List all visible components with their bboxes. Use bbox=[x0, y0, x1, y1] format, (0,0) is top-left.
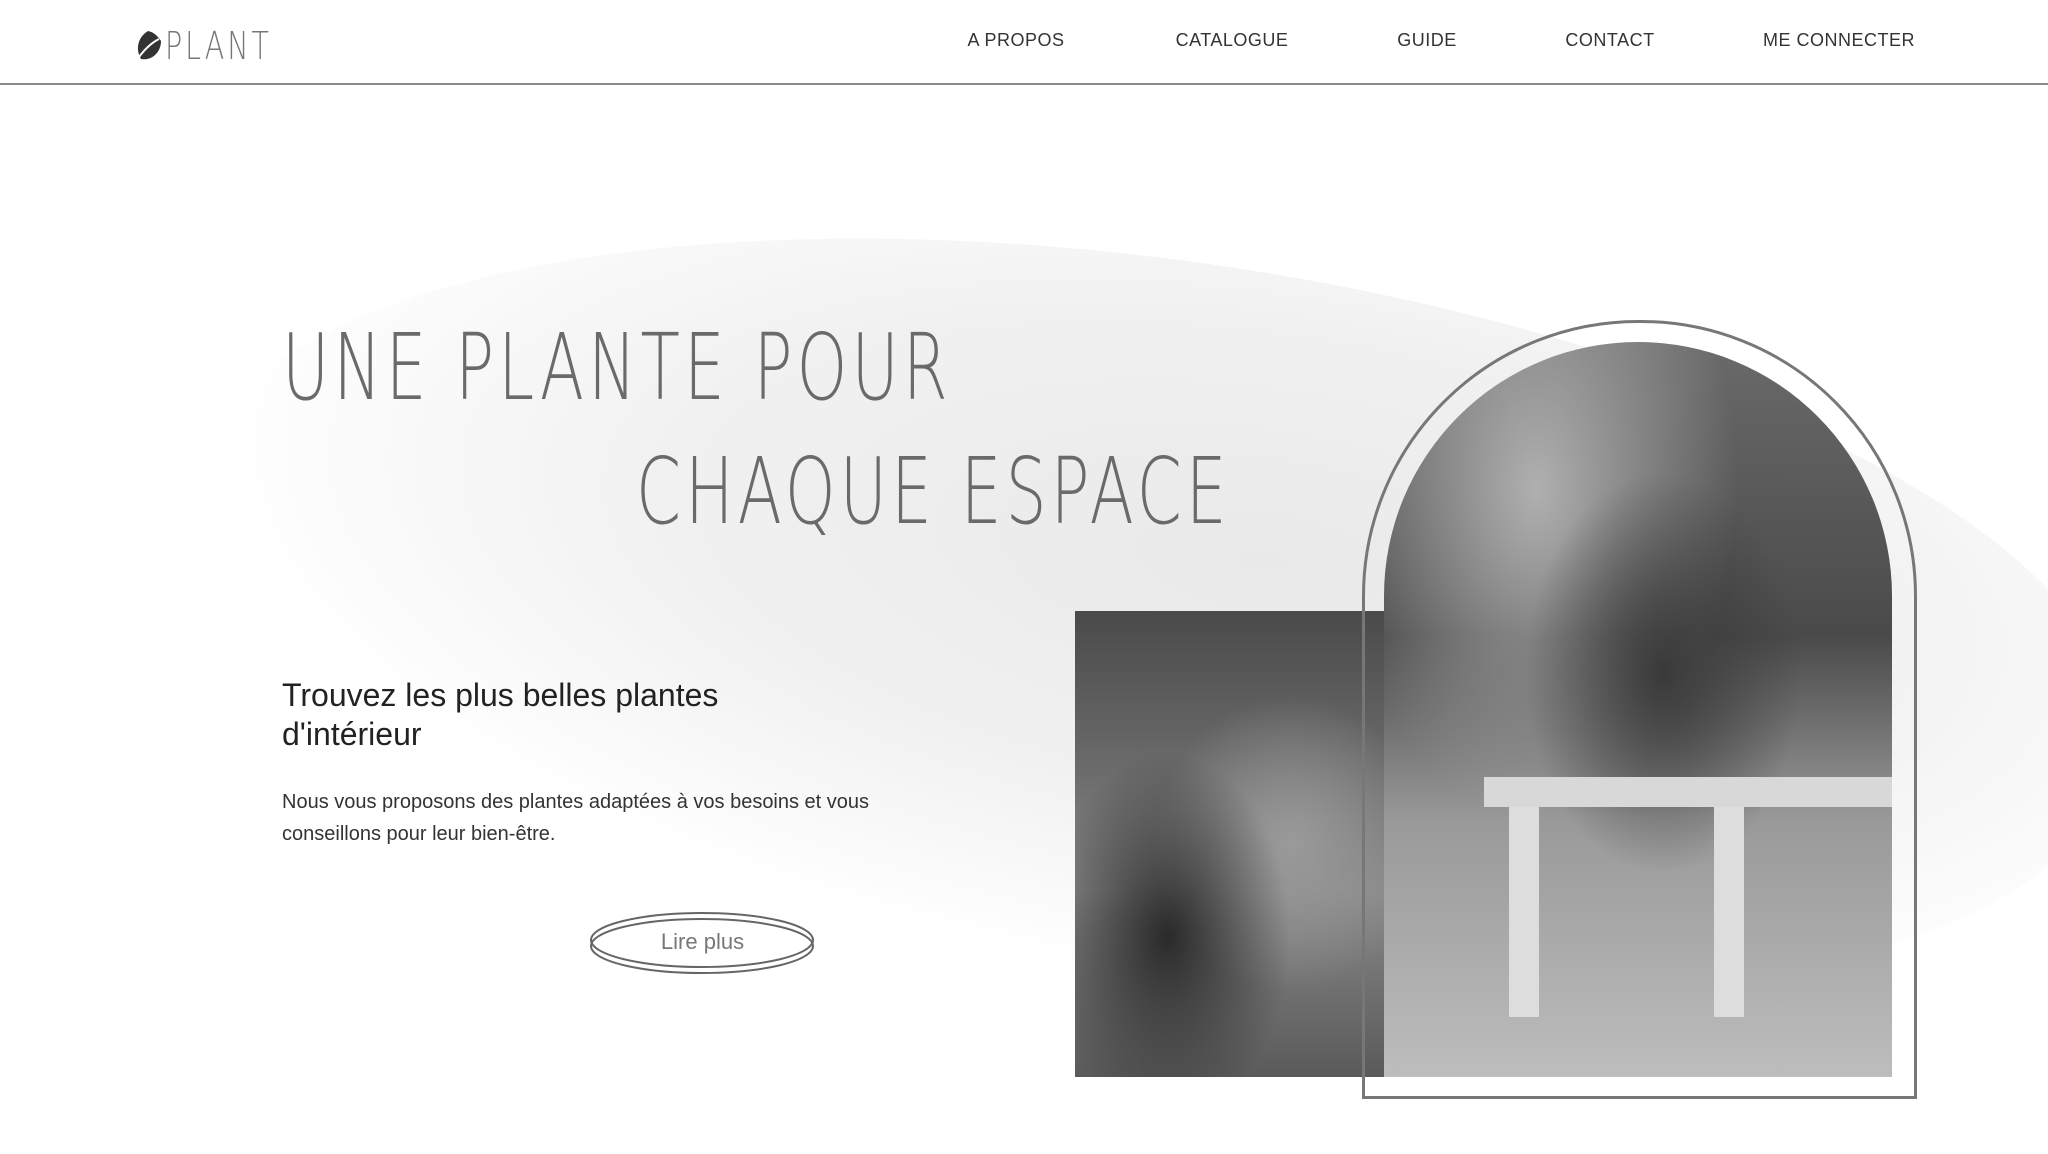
table-shape bbox=[1484, 777, 1892, 807]
logo-text: PLANT bbox=[165, 24, 272, 68]
hero-subtitle: Trouvez les plus belles plantes d'intéri… bbox=[282, 677, 719, 752]
logo[interactable]: PLANT bbox=[133, 24, 308, 68]
site-header: PLANT A PROPOS CATALOGUE GUIDE CONTACT M… bbox=[0, 0, 2048, 85]
nav-a-propos[interactable]: A PROPOS bbox=[967, 30, 1064, 51]
table-leg bbox=[1509, 807, 1539, 1017]
plants-on-table-photo bbox=[1384, 342, 1892, 1077]
garden-table-photo bbox=[1075, 611, 1384, 1077]
leaf-logo-icon bbox=[137, 31, 161, 60]
hero-title-line1: UNE PLANTE POUR bbox=[282, 314, 952, 421]
lire-plus-label: Lire plus bbox=[660, 929, 745, 954]
table-leg bbox=[1714, 807, 1744, 1017]
hero-description: Nous vous proposons des plantes adaptées… bbox=[282, 791, 870, 845]
nav-catalogue[interactable]: CATALOGUE bbox=[1176, 30, 1289, 51]
nav-me-connecter[interactable]: ME CONNECTER bbox=[1763, 30, 1915, 51]
lire-plus-button[interactable]: Lire plus bbox=[589, 909, 816, 977]
nav-contact[interactable]: CONTACT bbox=[1565, 30, 1654, 51]
nav-guide[interactable]: GUIDE bbox=[1397, 30, 1457, 51]
hero-title-line2: CHAQUE ESPACE bbox=[636, 438, 1231, 545]
